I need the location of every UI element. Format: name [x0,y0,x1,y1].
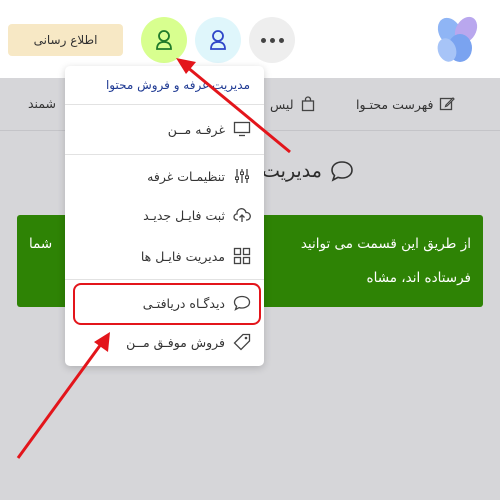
menu-item-label: مدیریت فایـل ها [140,248,225,264]
menu-item-label: ثبت فایـل جدیـد [143,207,225,223]
edit-icon [440,97,456,111]
menu-item-manage-files[interactable]: مدیریت فایـل ها [141,245,251,267]
banner-text: از طریق این قسمت می توانید [300,236,471,252]
comment-icon [331,161,353,182]
divider [65,279,264,280]
grid-icon [233,247,251,265]
banner-line-1: از طریق این قسمت می توانید [301,236,471,252]
seller-menu-button[interactable] [141,17,187,63]
more-button[interactable] [249,17,295,63]
menu-item-label: غرفـه مــن [167,121,225,137]
banner-text-tail: شما [29,236,53,252]
divider [65,104,264,105]
nav-label: شمند [28,96,57,111]
nav-label: لیس [270,96,294,112]
menu-item-label: تنظیمـات غرفه [147,168,225,184]
menu-item-new-file[interactable]: ثبت فایـل جدیـد [143,204,251,226]
page-title-text: مدیریت [262,160,322,182]
dot [278,37,284,43]
shopping-bag-icon [301,96,314,112]
dot [260,37,266,43]
divider [65,154,264,155]
menu-item-successful-sales[interactable]: فروش موفـق مــن [126,331,251,353]
banner-line-2: فرستاده اند، مشاه [366,270,471,286]
tag-icon [233,333,251,351]
menu-item-booth-settings[interactable]: تنظیمـات غرفه [147,165,251,187]
menu-item-my-booth[interactable]: غرفـه مــن [168,118,251,140]
logo[interactable] [430,12,484,66]
user-icon [156,30,172,50]
nav-item-smart[interactable]: شمند [28,96,56,111]
cloud-upload-icon [233,206,251,224]
sliders-icon [233,167,251,185]
nav-label: فهرست محتـوا [356,96,434,112]
highlight-box [73,283,261,325]
nav-item-content-list[interactable]: فهرست محتـوا [356,96,456,112]
user-icon [210,30,226,50]
menu-item-label: فروش موفـق مــن [126,334,225,350]
page-title: مدیریت [262,160,354,182]
nav-item-shop-list[interactable]: لیس [270,96,316,112]
user-profile-button[interactable] [195,17,241,63]
dropdown-header[interactable]: مدیریت غرفه و فروش محتوا [106,78,250,92]
dot [269,37,275,43]
monitor-icon [233,120,251,138]
notification-button[interactable]: اطلاع رسانی [8,24,123,56]
